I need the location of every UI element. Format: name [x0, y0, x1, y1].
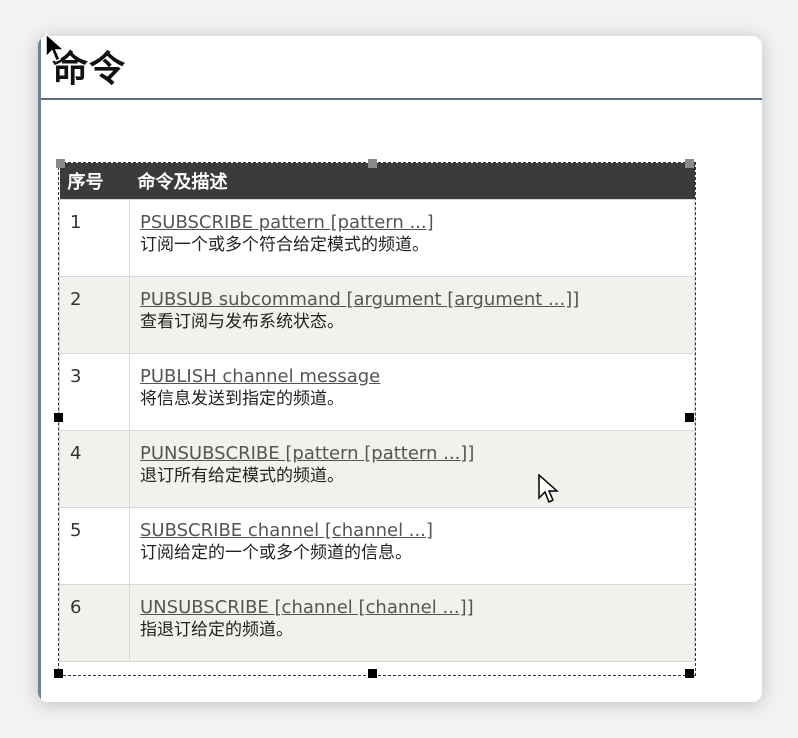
commands-table-selection[interactable]: 序号 命令及描述 1 PSUBSCRIBE pattern [pattern .…	[58, 162, 696, 676]
row-number: 4	[59, 430, 130, 508]
row-number: 6	[59, 584, 130, 662]
header-command: 命令及描述	[129, 163, 695, 200]
title-divider	[41, 98, 762, 100]
table-header-row: 序号 命令及描述	[59, 163, 695, 200]
command-description: 指退订给定的频道。	[140, 620, 293, 640]
row-number: 2	[59, 276, 130, 354]
command-cell: PSUBSCRIBE pattern [pattern ...] 订阅一个或多个…	[129, 199, 695, 277]
content-window: 命令 序号 命令及描述 1 PSUBSCRIBE pattern [patter…	[38, 36, 762, 702]
command-link[interactable]: PUNSUBSCRIBE [pattern [pattern ...]]	[140, 443, 474, 465]
command-link[interactable]: UNSUBSCRIBE [channel [channel ...]]	[140, 597, 474, 619]
selection-handle-icon[interactable]	[368, 159, 377, 168]
row-number: 3	[59, 353, 130, 431]
command-description: 将信息发送到指定的频道。	[140, 389, 344, 409]
left-border	[38, 36, 41, 702]
selection-handle-icon[interactable]	[56, 159, 65, 168]
command-cell: PUBLISH channel message 将信息发送到指定的频道。	[129, 353, 695, 431]
command-link[interactable]: PUBLISH channel message	[140, 366, 380, 388]
command-description: 订阅给定的一个或多个频道的信息。	[140, 543, 412, 563]
table-row: 5 SUBSCRIBE channel [channel ...] 订阅给定的一…	[59, 507, 695, 585]
command-link[interactable]: SUBSCRIBE channel [channel ...]	[140, 520, 433, 542]
command-link[interactable]: PUBSUB subcommand [argument [argument ..…	[140, 289, 579, 311]
selection-handle-icon[interactable]	[368, 669, 377, 678]
command-cell: UNSUBSCRIBE [channel [channel ...]] 指退订给…	[129, 584, 695, 662]
selection-handle-icon[interactable]	[54, 413, 63, 422]
selection-handle-icon[interactable]	[685, 159, 694, 168]
commands-table: 序号 命令及描述 1 PSUBSCRIBE pattern [pattern .…	[59, 163, 695, 662]
table-row: 3 PUBLISH channel message 将信息发送到指定的频道。	[59, 353, 695, 431]
command-cell: PUNSUBSCRIBE [pattern [pattern ...]] 退订所…	[129, 430, 695, 508]
selection-handle-icon[interactable]	[685, 413, 694, 422]
command-cell: PUBSUB subcommand [argument [argument ..…	[129, 276, 695, 354]
table-row: 1 PSUBSCRIBE pattern [pattern ...] 订阅一个或…	[59, 199, 695, 277]
command-description: 查看订阅与发布系统状态。	[140, 312, 344, 332]
header-number: 序号	[59, 163, 130, 200]
selection-handle-icon[interactable]	[54, 669, 63, 678]
row-number: 1	[59, 199, 130, 277]
row-number: 5	[59, 507, 130, 585]
selection-handle-icon[interactable]	[685, 669, 694, 678]
command-description: 订阅一个或多个符合给定模式的频道。	[140, 235, 429, 255]
command-cell: SUBSCRIBE channel [channel ...] 订阅给定的一个或…	[129, 507, 695, 585]
command-link[interactable]: PSUBSCRIBE pattern [pattern ...]	[140, 212, 434, 234]
table-row: 6 UNSUBSCRIBE [channel [channel ...]] 指退…	[59, 584, 695, 662]
table-row: 2 PUBSUB subcommand [argument [argument …	[59, 276, 695, 354]
table-row: 4 PUNSUBSCRIBE [pattern [pattern ...]] 退…	[59, 430, 695, 508]
command-description: 退订所有给定模式的频道。	[140, 466, 344, 486]
